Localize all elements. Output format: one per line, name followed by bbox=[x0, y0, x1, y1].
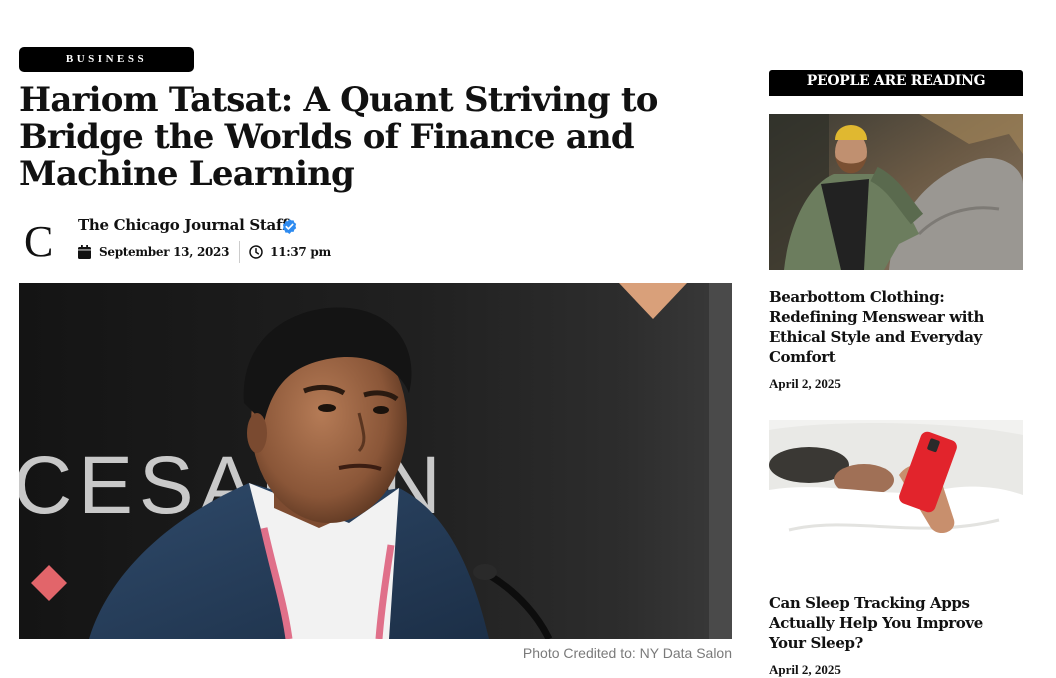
verified-badge-icon bbox=[282, 219, 297, 234]
card-date-bearbottom: April 2, 2025 bbox=[769, 376, 841, 391]
publish-time: 11:37 pm bbox=[270, 245, 331, 259]
clock-icon bbox=[249, 245, 263, 259]
category-badge[interactable]: Business bbox=[19, 47, 194, 72]
sidebar-heading: People Are Reading bbox=[769, 70, 1023, 96]
calendar-icon bbox=[78, 245, 91, 259]
article-meta: September 13, 2023 11:37 pm bbox=[78, 241, 331, 263]
photo-credit: Photo Credited to: NY Data Salon bbox=[522, 645, 732, 661]
card-date-sleep-tracking: April 2, 2025 bbox=[769, 662, 841, 677]
author-name-link[interactable]: The Chicago Journal Staff bbox=[78, 216, 289, 234]
meta-divider bbox=[239, 241, 241, 263]
author-avatar[interactable]: C bbox=[24, 219, 64, 265]
card-title-bearbottom[interactable]: Bearbottom Clothing: Redefining Menswear… bbox=[769, 287, 1023, 367]
card-image-sleep[interactable] bbox=[769, 420, 1023, 576]
card-image-bearbottom[interactable] bbox=[769, 114, 1023, 270]
article-headline: Hariom Tatsat: A Quant Striving to Bridg… bbox=[19, 80, 658, 194]
publish-date: September 13, 2023 bbox=[99, 245, 230, 259]
card-title-sleep-tracking[interactable]: Can Sleep Tracking Apps Actually Help Yo… bbox=[769, 593, 1023, 653]
hero-photo: CESALON bbox=[19, 283, 732, 639]
